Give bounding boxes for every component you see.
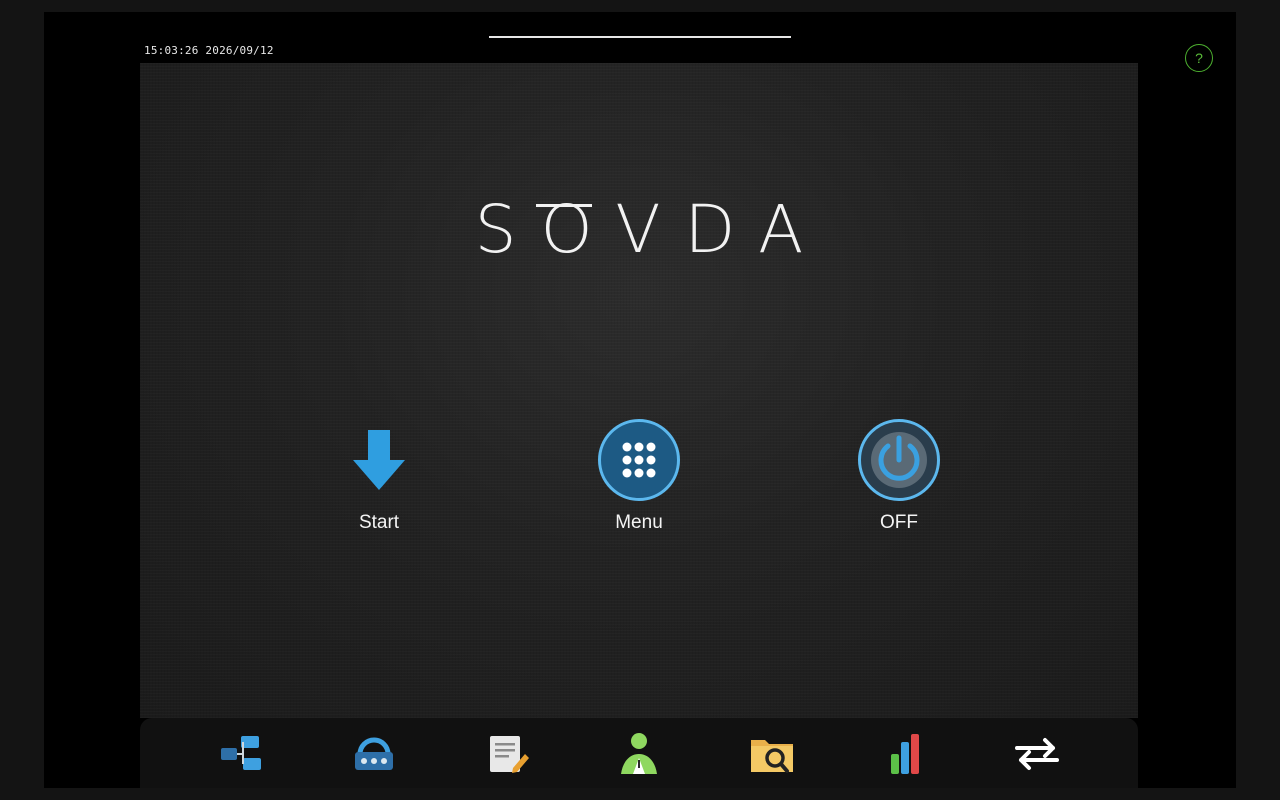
dock-item-hierarchy[interactable]	[217, 730, 265, 778]
grid-dots-icon	[598, 419, 680, 501]
status-bar-line	[489, 36, 791, 38]
off-label: OFF	[880, 512, 918, 533]
user-icon	[621, 733, 657, 774]
keyboard-lock-icon	[355, 737, 393, 770]
clock-date: 2026/09/12	[205, 44, 274, 57]
dock-item-edit[interactable]	[483, 730, 531, 778]
bar-chart-icon	[891, 734, 919, 774]
clock: 15:03:26 2026/09/12	[144, 44, 274, 57]
dock-item-keyboard[interactable]	[350, 730, 398, 778]
home-screen: SOVDA Start Menu OFF	[140, 63, 1138, 718]
logo-macron	[536, 204, 592, 207]
hierarchy-icon	[221, 736, 261, 770]
start-label: Start	[358, 512, 400, 533]
dock-item-folder-search[interactable]	[748, 730, 796, 778]
transfer-arrows-icon	[1015, 738, 1059, 770]
dock-item-transfer[interactable]	[1013, 730, 1061, 778]
off-button[interactable]: OFF	[829, 418, 969, 534]
menu-label: Menu	[615, 512, 663, 533]
bottom-dock	[140, 718, 1138, 788]
menu-button[interactable]: Menu	[569, 418, 709, 534]
dock-item-user[interactable]	[615, 730, 663, 778]
folder-search-icon	[751, 740, 793, 773]
download-arrow-icon	[353, 430, 405, 490]
help-button[interactable]: ?	[1185, 44, 1213, 72]
brand-logo: SOVDA	[474, 191, 828, 268]
edit-document-icon	[490, 736, 529, 773]
power-icon	[858, 419, 940, 501]
start-button[interactable]: Start	[309, 418, 449, 534]
dock-item-statistics[interactable]	[881, 730, 929, 778]
clock-time: 15:03:26	[144, 44, 199, 57]
